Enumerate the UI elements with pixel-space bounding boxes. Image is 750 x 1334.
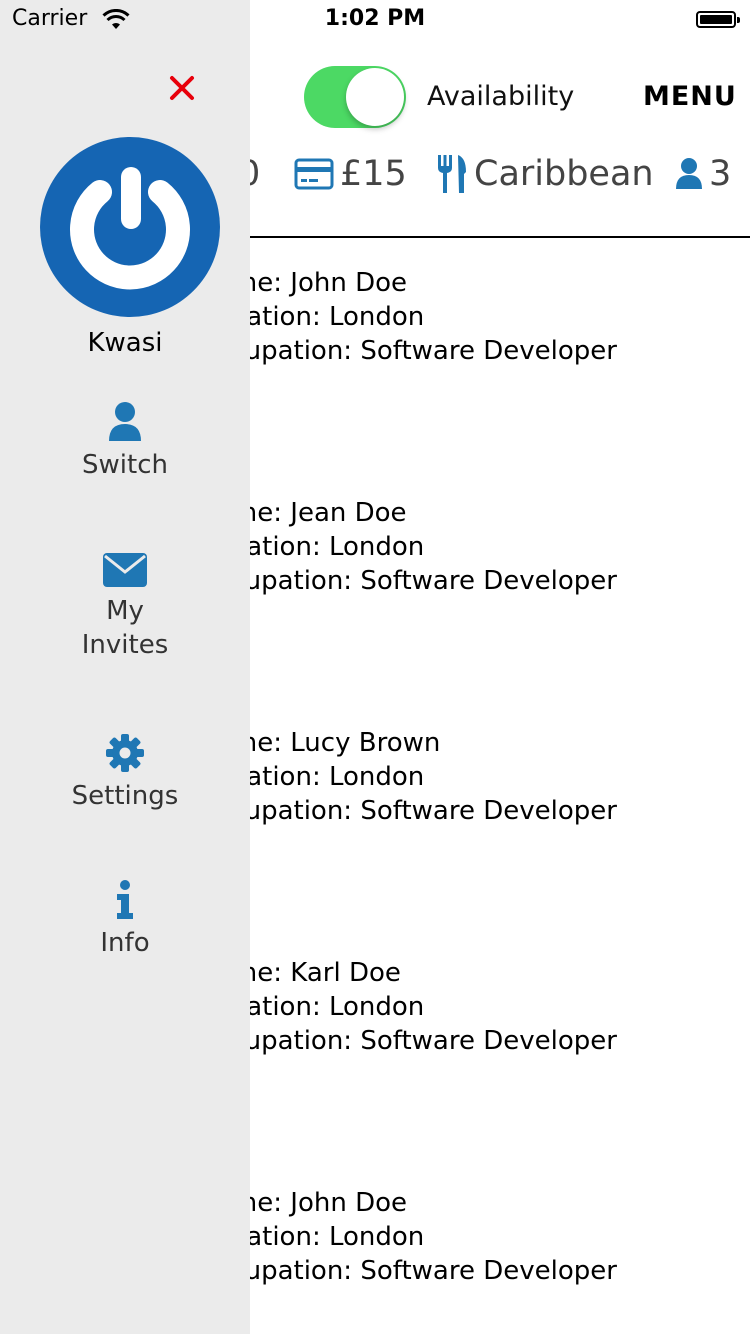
drawer-item-my-invites[interactable]: My Invites — [0, 552, 250, 662]
profile-location: ocation: London — [216, 992, 425, 1022]
toggle-knob[interactable] — [346, 68, 404, 126]
guests-value: 3 — [709, 154, 732, 194]
power-logo-icon — [70, 167, 190, 290]
drawer-item-label: Info — [100, 928, 150, 958]
profile-occupation: ccupation: Software Developer — [216, 796, 617, 826]
user-icon — [676, 158, 702, 189]
list-item[interactable]: ame: John Doe ocation: London ccupation:… — [216, 266, 617, 368]
profile-name: ame: Karl Doe — [216, 958, 401, 988]
side-drawer: Kwasi Switch My Invites Settings Info — [0, 0, 250, 1334]
menu-button[interactable]: MENU — [643, 81, 737, 112]
stat-cuisine: Caribbean — [436, 154, 654, 194]
battery-icon — [696, 11, 740, 28]
profile-occupation: ccupation: Software Developer — [216, 1256, 617, 1286]
status-time: 1:02 PM — [324, 6, 426, 31]
drawer-item-switch[interactable]: Switch — [0, 402, 250, 482]
close-icon[interactable] — [168, 74, 196, 102]
cuisine-value: Caribbean — [474, 154, 654, 194]
availability-label: Availability — [427, 81, 575, 112]
gear-icon — [106, 734, 144, 772]
profile-name: ame: John Doe — [216, 268, 408, 298]
drawer-item-info[interactable]: Info — [0, 880, 250, 960]
drawer-item-label-line2: Invites — [81, 630, 169, 660]
profile-name: ame: Jean Doe — [216, 498, 407, 528]
list-item[interactable]: ame: Jean Doe ocation: London ccupation:… — [216, 496, 617, 598]
status-bar: Carrier 1:02 PM — [0, 0, 750, 40]
profile-location: ocation: London — [216, 762, 425, 792]
user-name: Kwasi — [87, 328, 163, 358]
drawer-item-label-line1: My — [106, 596, 144, 626]
profile-location: ocation: London — [216, 532, 425, 562]
info-icon — [117, 880, 133, 919]
profile-occupation: ccupation: Software Developer — [216, 336, 617, 366]
drawer-item-label: Switch — [82, 450, 168, 480]
profile-name: ame: John Doe — [216, 1188, 408, 1218]
envelope-icon — [103, 553, 147, 587]
price-value: £15 — [340, 154, 407, 194]
profile-location: ocation: London — [216, 302, 425, 332]
avatar[interactable] — [40, 137, 220, 317]
drawer-item-label: Settings — [71, 781, 179, 811]
list-item[interactable]: ame: Lucy Brown ocation: London ccupatio… — [216, 726, 617, 828]
profile-location: ocation: London — [216, 1222, 425, 1252]
stat-price: £15 — [294, 154, 407, 194]
list-item[interactable]: ame: John Doe ocation: London ccupation:… — [216, 1186, 617, 1288]
user-icon — [109, 402, 141, 441]
list-item[interactable]: ame: Karl Doe ocation: London ccupation:… — [216, 956, 617, 1058]
availability-toggle[interactable] — [304, 66, 406, 128]
profile-occupation: ccupation: Software Developer — [216, 566, 617, 596]
drawer-item-settings[interactable]: Settings — [0, 733, 250, 813]
profile-occupation: ccupation: Software Developer — [216, 1026, 617, 1056]
stat-guests: 3 — [675, 154, 731, 194]
credit-card-icon — [294, 158, 334, 190]
cutlery-icon — [438, 155, 466, 193]
profile-name: ame: Lucy Brown — [216, 728, 441, 758]
